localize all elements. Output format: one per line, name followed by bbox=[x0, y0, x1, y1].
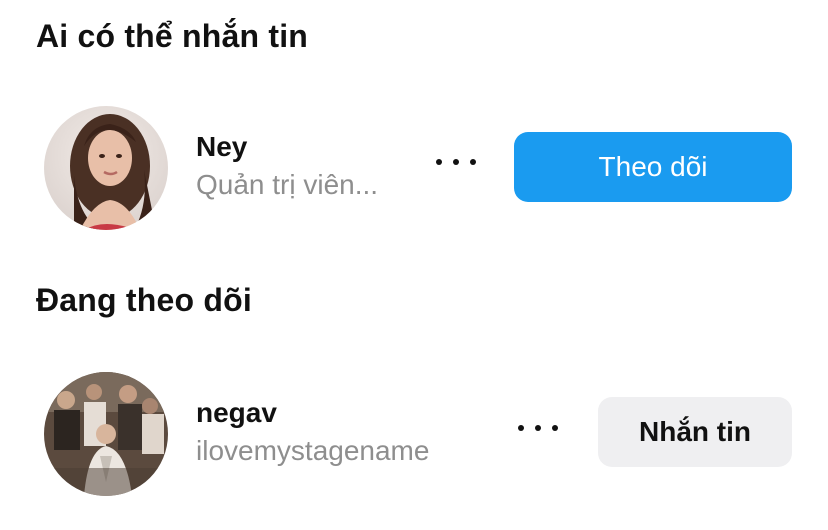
more-options-icon[interactable] bbox=[518, 414, 558, 442]
follow-button[interactable]: Theo dõi bbox=[514, 132, 792, 202]
section-title-following: Đang theo dõi bbox=[36, 282, 252, 318]
dot bbox=[535, 425, 541, 431]
avatar[interactable] bbox=[44, 372, 168, 496]
messaging-permissions-panel: Ai có thể nhắn tin Ney Quản trị viên... … bbox=[0, 0, 828, 530]
more-options-icon[interactable] bbox=[436, 148, 476, 176]
user-row-negav[interactable]: negav ilovemystagename Nhắn tin bbox=[0, 368, 828, 498]
user-subtitle: ilovemystagename bbox=[196, 435, 430, 466]
user-subtitle: Quản trị viên... bbox=[196, 169, 379, 200]
message-button[interactable]: Nhắn tin bbox=[598, 397, 792, 467]
dot bbox=[518, 425, 524, 431]
dot bbox=[436, 159, 442, 165]
avatar[interactable] bbox=[44, 106, 168, 230]
section-title-can-message: Ai có thể nhắn tin bbox=[36, 18, 309, 54]
user-name[interactable]: Ney bbox=[196, 130, 247, 164]
dot bbox=[453, 159, 459, 165]
dot bbox=[552, 425, 558, 431]
user-name[interactable]: negav bbox=[196, 396, 277, 430]
dot bbox=[470, 159, 476, 165]
user-row-ney[interactable]: Ney Quản trị viên... Theo dõi bbox=[0, 102, 828, 232]
